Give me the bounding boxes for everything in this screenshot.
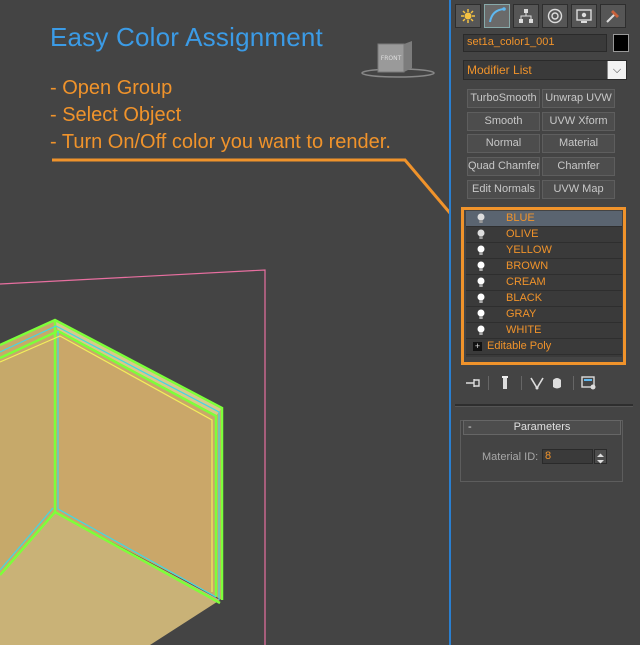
configure-modifier-sets-icon[interactable] [581, 375, 597, 391]
normal-button[interactable]: Normal [467, 134, 540, 153]
create-icon [461, 9, 475, 23]
stack-highlight-frame [461, 207, 626, 365]
parameters-rollout-header[interactable]: - Parameters [463, 420, 621, 435]
step-select-object: - Select Object [50, 104, 182, 126]
material-button[interactable]: Material [542, 134, 615, 153]
create-tab[interactable] [455, 4, 481, 28]
unwrap-uvw-button[interactable]: Unwrap UVW [542, 89, 615, 108]
make-unique-icon[interactable] [529, 375, 545, 391]
hierarchy-tab[interactable] [513, 4, 539, 28]
uvw-map-button[interactable]: UVW Map [542, 180, 615, 199]
display-tab[interactable] [571, 4, 597, 28]
stack-toolbar [463, 373, 633, 393]
material-id-label: Material ID: [482, 451, 539, 463]
object-name-field[interactable]: set1a_color1_001 [463, 34, 607, 52]
motion-tab[interactable] [542, 4, 568, 28]
command-panel-tabs [455, 4, 635, 28]
smooth-button[interactable]: Smooth [467, 112, 540, 131]
chamfer-button[interactable]: Chamfer [542, 157, 615, 176]
hierarchy-icon [519, 9, 533, 23]
utilities-tab[interactable] [600, 4, 626, 28]
step-toggle-color: - Turn On/Off color you want to render. [50, 131, 391, 153]
modify-tab[interactable] [484, 4, 510, 28]
modify-icon [489, 7, 506, 23]
modifier-list-dropdown[interactable]: Modifier List ⌵ [463, 60, 627, 80]
remove-modifier-icon[interactable] [549, 375, 565, 391]
quad-chamfer-button[interactable]: Quad Chamfer [467, 157, 540, 176]
callout-line [52, 158, 450, 216]
panel-divider [455, 404, 633, 407]
motion-icon [547, 8, 563, 24]
display-icon [576, 9, 592, 23]
command-panel: set1a_color1_001 Modifier List ⌵ TurboSm… [451, 0, 640, 645]
modifier-list-label: Modifier List [467, 63, 532, 77]
viewcube-label: FRONT [381, 55, 402, 62]
edit-normals-button[interactable]: Edit Normals [467, 180, 540, 199]
chevron-down-icon[interactable]: ⌵ [607, 61, 626, 79]
uvw-xform-button[interactable]: UVW Xform [542, 112, 615, 131]
turbosmooth-button[interactable]: TurboSmooth [467, 89, 540, 108]
viewport[interactable]: Easy Color Assignment - Open Group - Sel… [0, 0, 450, 645]
parameters-title: Parameters [513, 421, 571, 433]
step-open-group: - Open Group [50, 77, 173, 99]
viewcube-icon[interactable]: FRONT [360, 40, 436, 80]
utilities-icon [606, 10, 619, 23]
collapse-icon[interactable]: - [468, 421, 472, 434]
page-title: Easy Color Assignment [50, 22, 323, 52]
material-id-spinner[interactable] [594, 449, 607, 464]
material-id-input[interactable]: 8 [542, 449, 593, 464]
pin-stack-icon[interactable] [465, 375, 481, 391]
object-color-swatch[interactable] [613, 34, 629, 52]
show-end-result-icon[interactable] [497, 375, 513, 391]
